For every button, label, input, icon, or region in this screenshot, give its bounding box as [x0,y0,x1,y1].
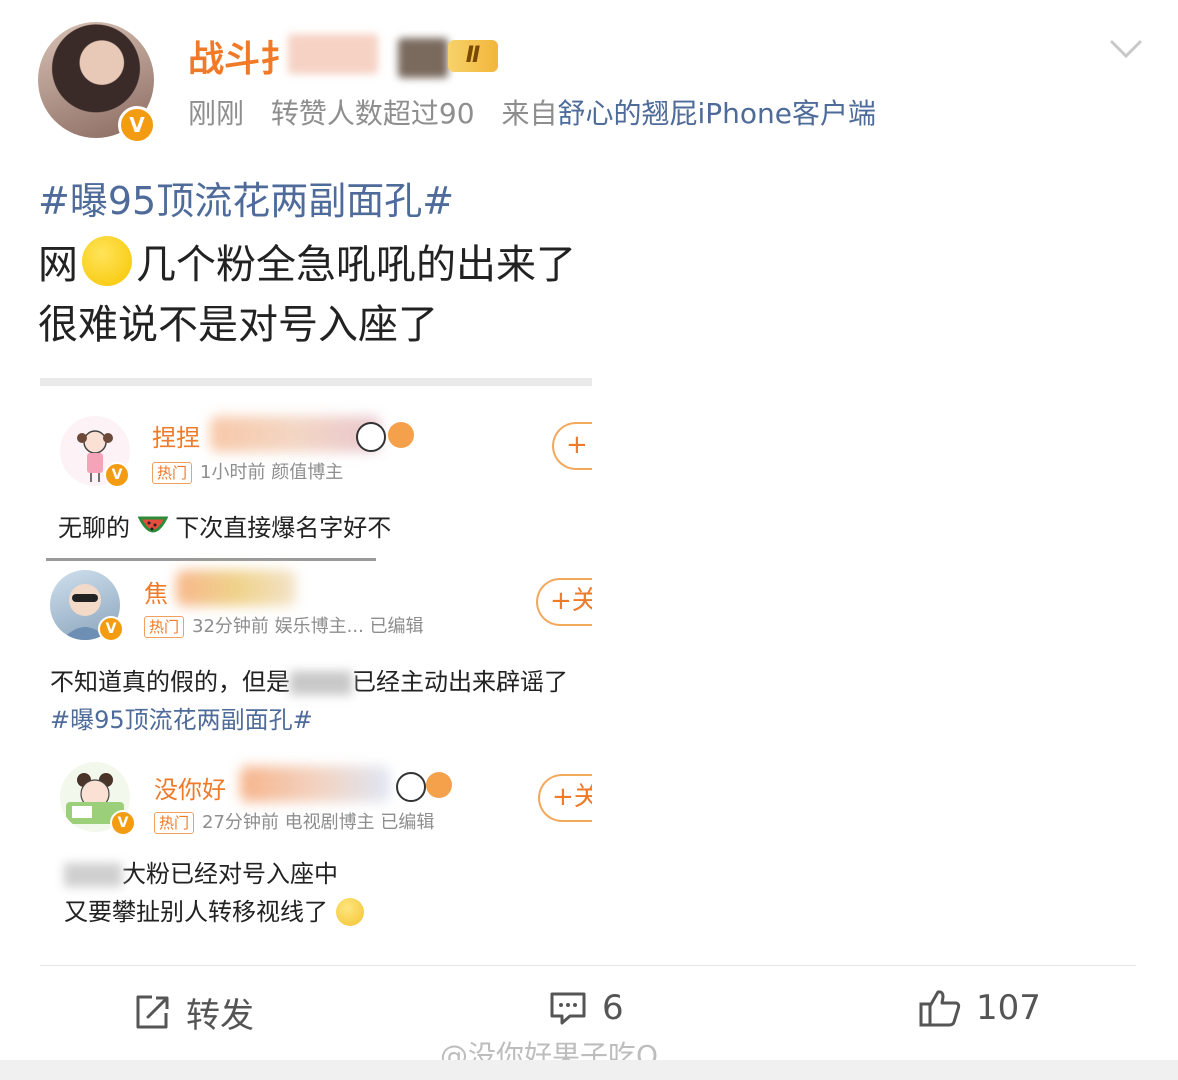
chevron-down-icon[interactable] [1106,32,1146,64]
comment-meta: 热门 32分钟前 娱乐博主... 已编辑 [144,612,424,638]
redacted-blur [64,863,122,887]
embedded-screenshot[interactable]: V 捏捏 热门 1小时前 颜值博主 + 无聊的 下次直接爆名字好不 V 焦 热门 3… [40,378,592,933]
redacted-name-blur [176,570,296,606]
redacted-name-blur [210,416,380,452]
comment-author-name[interactable]: 焦 [144,574,168,609]
comment-count: 6 [602,988,624,1028]
post-line-1a: 网 [38,242,78,288]
verified-badge-icon: V [104,462,130,488]
comment-text-line-2: 又要攀扯别人转移视线了 [64,892,364,927]
post-line-1: 网 几个粉全急吼吼的出来了 [38,232,576,290]
comment-meta-text: 1小时前 颜值博主 [200,462,344,483]
post-meta: 刚刚 转赞人数超过90 来自舒心的翘屁iPhone客户端 [188,92,876,132]
vip-badge-icon: Ⅱ [448,40,498,72]
author-name[interactable]: 战斗扌 [188,30,296,82]
comment-hashtag[interactable]: #曝95顶流花两副面孔# [50,700,313,735]
follow-button[interactable]: +关 [538,774,592,822]
comment-meta-text: 27分钟前 电视剧博主 已编辑 [202,812,435,833]
comment-text: 不知道真的假的，但是 已经主动出来辟谣了 [50,662,568,697]
panda-emoji-icon [356,422,386,452]
embed-top-border [40,378,592,386]
panda-emoji-icon [396,772,426,802]
hot-tag: 热门 [144,616,185,638]
post-hashtag[interactable]: #曝95顶流花两副面孔# [38,170,454,225]
source-prefix: 来自 [501,97,558,130]
follow-button[interactable]: + [552,422,592,470]
post-time: 刚刚 [188,97,245,130]
thinking-emoji-icon [335,898,364,926]
gold-badge-icon [426,772,452,798]
redacted-blur [290,671,352,695]
embed-divider [46,558,376,561]
comment-text: 无聊的 下次直接爆名字好不 [58,508,391,543]
gold-badge-icon [388,422,414,448]
verified-badge-icon: V [98,616,124,642]
post-line-1b: 几个粉全急吼吼的出来了 [136,242,576,288]
hot-tag: 热门 [152,462,193,484]
repost-label: 转发 [186,996,254,1036]
comment-text-b: 又要攀扯别人转移视线了 [64,898,328,926]
comment-text: 大粉已经对号入座中 [64,854,338,889]
footer-divider [40,965,1136,966]
comment-text-b: 已经主动出来辟谣了 [352,668,568,696]
verified-badge-icon: V [110,810,136,836]
verified-badge-icon: V [118,106,156,144]
bottom-band [0,1060,1178,1080]
comment-text-a: 不知道真的假的，但是 [50,668,290,696]
like-button[interactable]: 107 [918,988,1041,1028]
comment-author-name[interactable]: 没你好 [154,770,226,805]
comment-author-name[interactable]: 捏捏 [152,418,200,453]
hot-tag: 热门 [154,812,195,834]
source-client-link[interactable]: 舒心的翘屁iPhone客户端 [557,97,876,130]
repost-button[interactable]: 转发 [132,988,254,1037]
comment-button[interactable]: 6 [548,988,624,1028]
comment-meta: 热门 27分钟前 电视剧博主 已编辑 [154,808,434,834]
redacted-name-blur [240,766,390,802]
watermelon-emoji-icon [137,516,169,533]
comment-meta-text: 32分钟前 娱乐博主... 已编辑 [192,616,424,637]
repost-like-note: 转赞人数超过90 [270,97,475,130]
like-count: 107 [976,988,1041,1028]
comment-meta: 热门 1小时前 颜值博主 [152,458,343,484]
redacted-badge-blur [398,38,448,78]
post-line-2: 很难说不是对号入座了 [38,302,438,348]
repost-icon [136,995,169,1028]
redacted-name-blur [288,34,378,74]
follow-button[interactable]: +关 [536,578,592,626]
thumbs-up-icon [919,990,961,1027]
comment-text-a: 大粉已经对号入座中 [122,860,338,888]
comment-text-a: 无聊的 [58,514,130,542]
comment-icon [550,992,586,1025]
yellow-circle-emoji-icon [82,236,132,286]
comment-text-b: 下次直接爆名字好不 [175,514,392,542]
